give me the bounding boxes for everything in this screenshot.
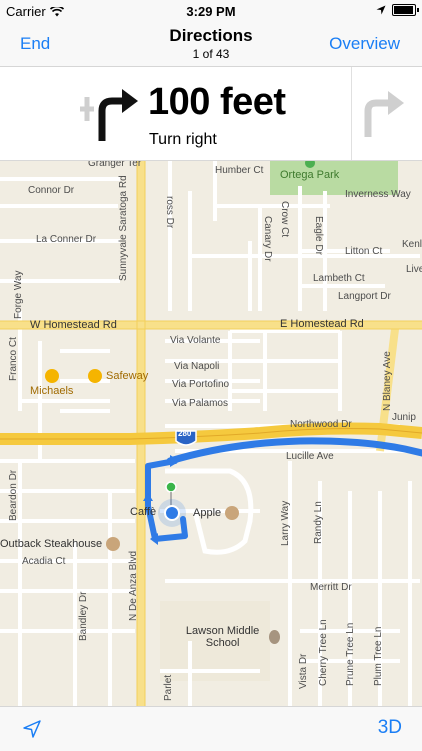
poi-outback-steakhouse[interactable]: Outback Steakhouse xyxy=(0,537,121,551)
school-icon xyxy=(269,630,280,644)
destination-pin-head xyxy=(165,481,177,493)
location-arrow-icon[interactable] xyxy=(22,719,42,739)
street-label: Beardon Dr xyxy=(8,469,19,521)
street-label: Cherry Tree Ln xyxy=(318,619,329,686)
overview-button[interactable]: Overview xyxy=(329,34,400,54)
street-label: Humber Ct xyxy=(215,165,264,176)
poi-caffe[interactable]: Caffè xyxy=(130,506,156,518)
street-label: Merritt Dr xyxy=(310,582,352,593)
navigation-bar: End Directions 1 of 43 Overview xyxy=(0,22,422,67)
street-label: Litton Ct xyxy=(345,246,383,257)
street-label: Connor Dr xyxy=(28,185,75,196)
status-bar: Carrier 3:29 PM xyxy=(0,0,422,22)
street-label: Live xyxy=(406,264,422,275)
street-label: Inverness Way xyxy=(345,189,411,200)
street-label: Crow Ct xyxy=(279,201,290,238)
street-label: Larry Way xyxy=(280,500,291,546)
street-label: Lucille Ave xyxy=(286,451,334,462)
street-label: Plum Tree Ln xyxy=(373,626,384,686)
park-icon xyxy=(304,161,315,168)
bottom-toolbar: 3D xyxy=(0,706,422,751)
street-label: La Conner Dr xyxy=(36,234,97,245)
street-label: Vista Dr xyxy=(298,653,309,689)
turn-right-arrow-icon xyxy=(80,89,138,141)
poi-ortega-park[interactable]: Ortega Park xyxy=(280,161,339,181)
street-label: Langport Dr xyxy=(338,291,391,302)
user-location-dot xyxy=(164,505,180,521)
shopping-bag-icon xyxy=(44,369,59,383)
poi-apple[interactable]: Apple xyxy=(193,506,240,520)
street-label: Via Volante xyxy=(170,335,221,346)
street-label: W Homestead Rd xyxy=(30,319,117,331)
street-label: Kenl xyxy=(402,239,422,250)
location-services-icon xyxy=(376,5,386,15)
restaurant-icon xyxy=(106,537,121,551)
street-label: Acadia Ct xyxy=(22,556,66,567)
3d-toggle-button[interactable]: 3D xyxy=(378,717,402,739)
status-right xyxy=(376,4,419,16)
street-label: Randy Ln xyxy=(313,501,324,544)
street-label: Northwood Dr xyxy=(290,419,352,430)
shopping-cart-icon xyxy=(88,369,102,383)
street-label: Canary Dr xyxy=(262,216,273,262)
street-label: Via Portofino xyxy=(172,379,230,390)
freeway-280 xyxy=(0,422,422,445)
battery-icon xyxy=(392,4,419,16)
poi-lawson-middle-school[interactable]: Lawson Middle School xyxy=(180,625,280,649)
street-label: Via Palamos xyxy=(172,398,228,409)
restaurant-icon xyxy=(225,506,240,520)
status-time: 3:29 PM xyxy=(186,4,236,19)
street-label: Junip xyxy=(392,412,416,423)
highway-shield-label: 280 xyxy=(178,429,192,438)
street-label: Lambeth Ct xyxy=(313,273,365,284)
street-label: Via Napoli xyxy=(174,361,220,372)
street-label: Prune Tree Ln xyxy=(345,622,356,686)
street-label: Eagle Dr xyxy=(313,216,324,255)
maneuver-label: Turn right xyxy=(149,131,217,148)
map-view[interactable]: Granger Ter Connor Dr La Conner Dr Humbe… xyxy=(0,161,422,706)
distance-label: 100 feet xyxy=(148,81,286,123)
street-label: Parlet xyxy=(163,674,174,701)
street-label: N De Anza Blvd xyxy=(128,550,139,621)
banner-divider xyxy=(351,67,352,160)
street-label: Granger Ter xyxy=(88,161,142,169)
poi-michaels[interactable]: Michaels xyxy=(30,369,73,397)
street-label: ross Dr xyxy=(164,196,175,229)
next-turn-right-arrow-icon[interactable] xyxy=(356,87,416,139)
street-label: N Blaney Ave xyxy=(382,351,393,411)
street-label: Bandley Dr xyxy=(78,591,89,641)
street-label: Franco Ct xyxy=(8,337,19,381)
street-label: Sunnyvale Saratoga Rd xyxy=(118,175,129,281)
street-label: E Homestead Rd xyxy=(280,318,364,330)
street-label: Forge Way xyxy=(13,270,24,319)
instruction-banner[interactable]: 100 feet Turn right xyxy=(0,67,422,161)
poi-safeway[interactable]: Safeway xyxy=(88,369,148,383)
